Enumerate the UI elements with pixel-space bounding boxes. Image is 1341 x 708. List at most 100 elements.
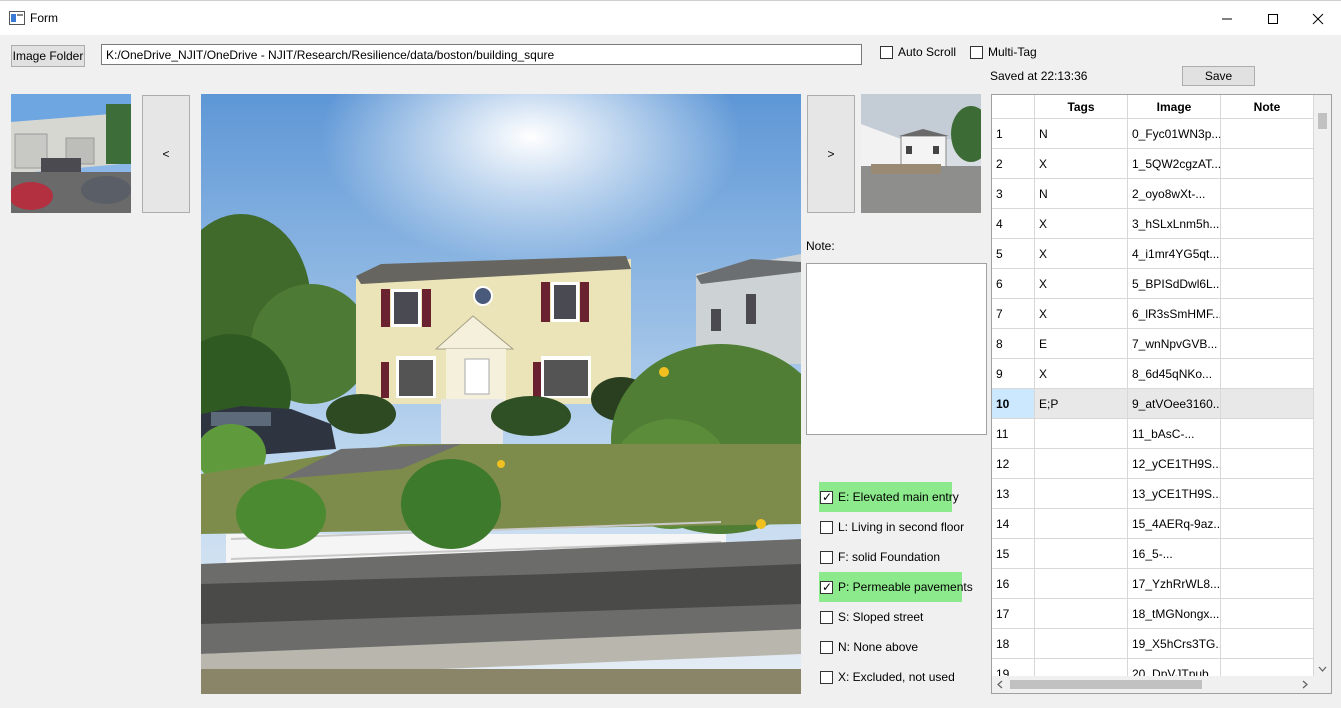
table-row[interactable]: 4 X 3_hSLxLnm5h... xyxy=(992,209,1314,239)
table-row[interactable]: 11 11_bAsC-... xyxy=(992,419,1314,449)
save-button[interactable]: Save xyxy=(1182,66,1255,86)
tag-option[interactable]: N: None above xyxy=(819,632,964,662)
note-cell[interactable] xyxy=(1221,599,1314,628)
image-cell[interactable]: 1_5QW2cgzAT... xyxy=(1128,149,1221,178)
close-button[interactable] xyxy=(1295,1,1341,36)
table-row[interactable]: 3 N 2_oyo8wXt-... xyxy=(992,179,1314,209)
horizontal-scrollbar[interactable] xyxy=(992,676,1331,693)
row-number[interactable]: 2 xyxy=(992,149,1035,178)
tag-checkbox[interactable]: ✓ xyxy=(820,490,833,504)
multi-tag-checkbox[interactable]: Multi-Tag xyxy=(970,42,1037,62)
image-cell[interactable]: 7_wnNpvGVB... xyxy=(1128,329,1221,358)
image-cell[interactable]: 17_YzhRrWL8... xyxy=(1128,569,1221,598)
image-cell[interactable]: 3_hSLxLnm5h... xyxy=(1128,209,1221,238)
row-number[interactable]: 16 xyxy=(992,569,1035,598)
table-row[interactable]: 14 15_4AERq-9az... xyxy=(992,509,1314,539)
tags-cell[interactable] xyxy=(1035,419,1128,448)
image-cell[interactable]: 13_yCE1TH9S... xyxy=(1128,479,1221,508)
note-cell[interactable] xyxy=(1221,479,1314,508)
image-cell[interactable]: 9_atVOee3160... xyxy=(1128,389,1221,418)
image-cell[interactable]: 5_BPISdDwl6L... xyxy=(1128,269,1221,298)
tags-cell[interactable]: X xyxy=(1035,149,1128,178)
note-cell[interactable] xyxy=(1221,239,1314,268)
note-cell[interactable] xyxy=(1221,209,1314,238)
maximize-button[interactable] xyxy=(1250,1,1296,36)
previous-button[interactable]: < xyxy=(142,95,190,213)
tags-cell[interactable] xyxy=(1035,479,1128,508)
h-scroll-thumb[interactable] xyxy=(1010,680,1202,689)
table-row[interactable]: 8 E 7_wnNpvGVB... xyxy=(992,329,1314,359)
tags-cell[interactable] xyxy=(1035,449,1128,478)
tags-cell[interactable] xyxy=(1035,539,1128,568)
image-cell[interactable]: 15_4AERq-9az... xyxy=(1128,509,1221,538)
image-cell[interactable]: 8_6d45qNKo... xyxy=(1128,359,1221,388)
auto-scroll-checkbox[interactable]: Auto Scroll xyxy=(880,42,956,62)
tag-option[interactable]: X: Excluded, not used xyxy=(819,662,964,692)
row-number[interactable]: 8 xyxy=(992,329,1035,358)
note-cell[interactable] xyxy=(1221,359,1314,388)
tags-cell[interactable] xyxy=(1035,599,1128,628)
row-number[interactable]: 1 xyxy=(992,119,1035,148)
row-number[interactable]: 9 xyxy=(992,359,1035,388)
row-number[interactable]: 17 xyxy=(992,599,1035,628)
tag-checkbox[interactable] xyxy=(820,550,833,564)
image-cell[interactable]: 6_lR3sSmHMF... xyxy=(1128,299,1221,328)
row-number[interactable]: 3 xyxy=(992,179,1035,208)
image-cell[interactable]: 16_5-... xyxy=(1128,539,1221,568)
tag-checkbox[interactable]: ✓ xyxy=(820,580,833,594)
note-cell[interactable] xyxy=(1221,509,1314,538)
note-cell[interactable] xyxy=(1221,449,1314,478)
scroll-right-icon[interactable] xyxy=(1302,680,1308,689)
note-cell[interactable] xyxy=(1221,269,1314,298)
note-cell[interactable] xyxy=(1221,179,1314,208)
note-cell[interactable] xyxy=(1221,539,1314,568)
scroll-left-icon[interactable] xyxy=(997,680,1003,689)
table-row[interactable]: 2 X 1_5QW2cgzAT... xyxy=(992,149,1314,179)
tag-checkbox[interactable] xyxy=(820,670,833,684)
row-number[interactable]: 7 xyxy=(992,299,1035,328)
tag-checkbox[interactable] xyxy=(820,610,833,624)
image-cell[interactable]: 18_tMGNongx... xyxy=(1128,599,1221,628)
tag-option[interactable]: ✓ E: Elevated main entry xyxy=(819,482,964,512)
tag-option[interactable]: L: Living in second floor xyxy=(819,512,964,542)
tags-cell[interactable]: X xyxy=(1035,299,1128,328)
note-cell[interactable] xyxy=(1221,419,1314,448)
column-header-note[interactable]: Note xyxy=(1221,95,1314,118)
tags-cell[interactable]: N xyxy=(1035,119,1128,148)
next-image-thumbnail[interactable] xyxy=(861,94,981,213)
table-row[interactable]: 9 X 8_6d45qNKo... xyxy=(992,359,1314,389)
table-row[interactable]: 18 19_X5hCrs3TG... xyxy=(992,629,1314,659)
table-row[interactable]: 15 16_5-... xyxy=(992,539,1314,569)
vertical-scrollbar[interactable] xyxy=(1314,95,1331,676)
tag-option[interactable]: ✓ P: Permeable pavements xyxy=(819,572,973,602)
image-cell[interactable]: 0_Fyc01WN3p... xyxy=(1128,119,1221,148)
row-number[interactable]: 12 xyxy=(992,449,1035,478)
table-row[interactable]: 17 18_tMGNongx... xyxy=(992,599,1314,629)
scroll-thumb[interactable] xyxy=(1318,113,1327,129)
row-number[interactable]: 14 xyxy=(992,509,1035,538)
table-row[interactable]: 12 12_yCE1TH9S... xyxy=(992,449,1314,479)
row-number[interactable]: 6 xyxy=(992,269,1035,298)
tags-cell[interactable]: X xyxy=(1035,359,1128,388)
tags-cell[interactable] xyxy=(1035,629,1128,658)
note-cell[interactable] xyxy=(1221,329,1314,358)
table-row[interactable]: 7 X 6_lR3sSmHMF... xyxy=(992,299,1314,329)
row-number[interactable]: 11 xyxy=(992,419,1035,448)
multi-tag-box[interactable] xyxy=(970,45,983,59)
row-number[interactable]: 5 xyxy=(992,239,1035,268)
table-row[interactable]: 5 X 4_i1mr4YG5qt... xyxy=(992,239,1314,269)
tags-cell[interactable]: X xyxy=(1035,269,1128,298)
note-cell[interactable] xyxy=(1221,119,1314,148)
tags-cell[interactable]: N xyxy=(1035,179,1128,208)
image-cell[interactable]: 11_bAsC-... xyxy=(1128,419,1221,448)
note-cell[interactable] xyxy=(1221,149,1314,178)
scroll-down-icon[interactable] xyxy=(1318,666,1327,672)
auto-scroll-box[interactable] xyxy=(880,45,893,59)
tag-checkbox[interactable] xyxy=(820,640,833,654)
tags-cell[interactable]: X xyxy=(1035,239,1128,268)
column-header-tags[interactable]: Tags xyxy=(1035,95,1128,118)
note-cell[interactable] xyxy=(1221,629,1314,658)
table-row[interactable]: 13 13_yCE1TH9S... xyxy=(992,479,1314,509)
note-cell[interactable] xyxy=(1221,569,1314,598)
image-folder-button[interactable]: Image Folder xyxy=(11,45,85,67)
